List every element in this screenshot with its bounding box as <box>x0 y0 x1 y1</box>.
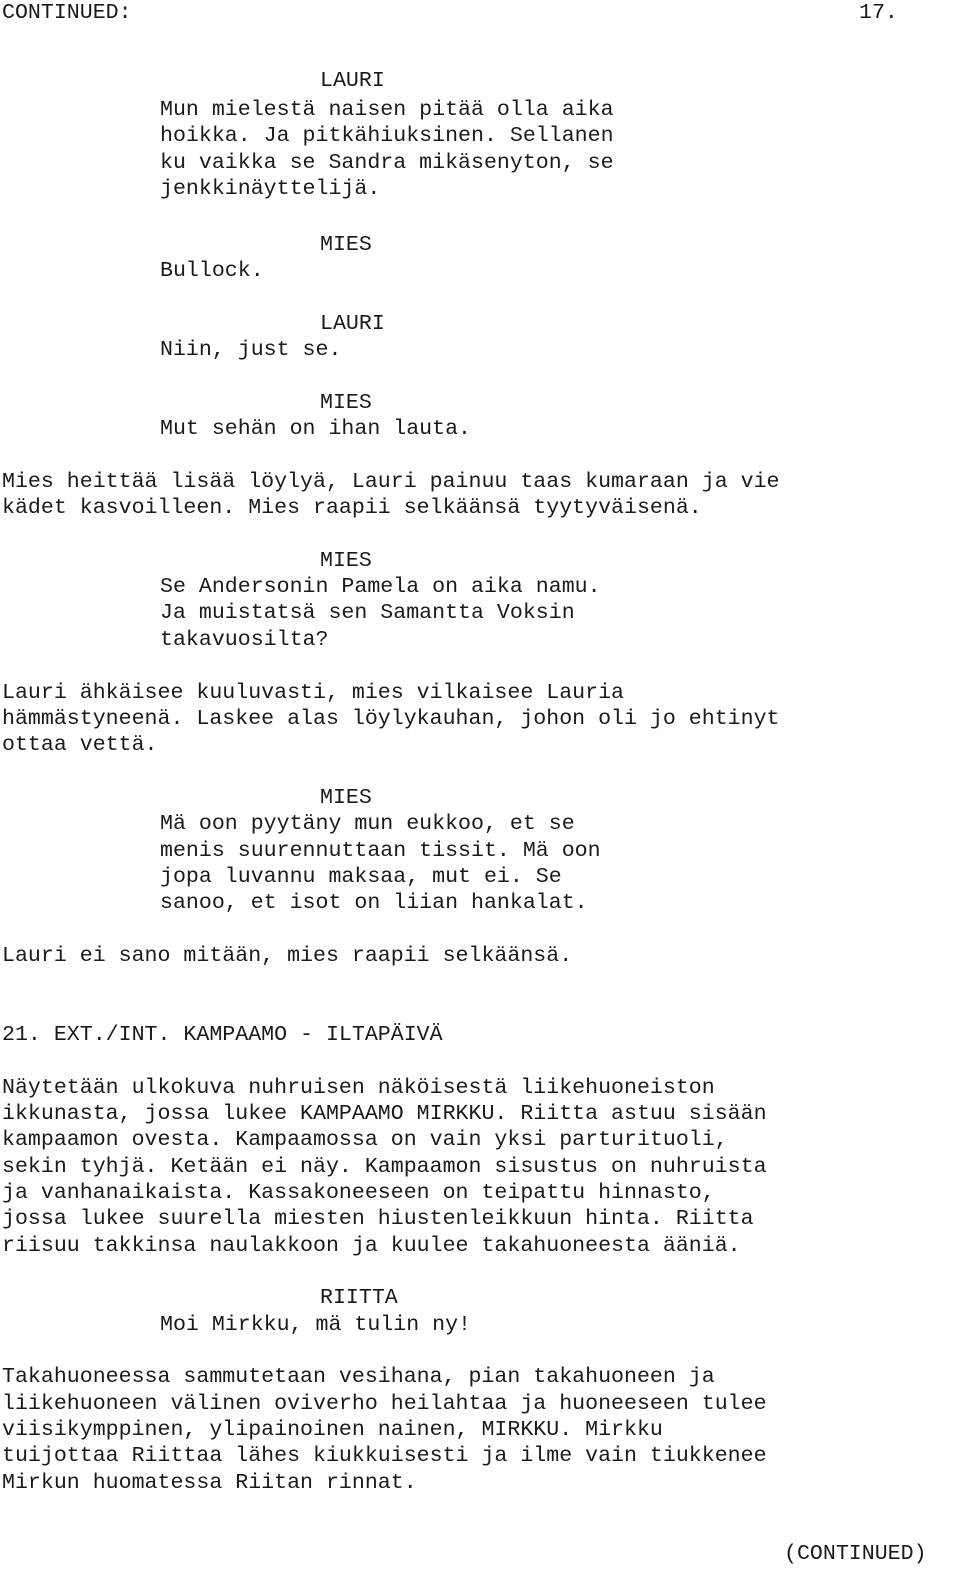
action-line: kädet kasvoilleen. Mies raapii selkäänsä… <box>2 496 702 520</box>
continued-footer: (CONTINUED) <box>784 1542 927 1566</box>
dialogue-line: takavuosilta? <box>160 628 329 652</box>
action-line: kampaamon ovesta. Kampaamossa on vain yk… <box>2 1128 728 1152</box>
character-name: MIES <box>320 391 372 415</box>
action-line: liikehuoneen välinen oviverho heilahtaa … <box>2 1392 767 1416</box>
dialogue-line: Mut sehän on ihan lauta. <box>160 417 472 441</box>
character-name: MIES <box>320 549 372 573</box>
action-line: Lauri ei sano mitään, mies raapii selkää… <box>2 944 573 968</box>
action-line: Mirkun huomatessa Riitan rinnat. <box>2 1471 417 1495</box>
action-line: jossa lukee suurella miesten hiustenleik… <box>2 1207 754 1231</box>
dialogue-line: hoikka. Ja pitkähiuksinen. Sellanen <box>160 124 614 148</box>
character-name: LAURI <box>320 69 385 93</box>
dialogue-line: sanoo, et isot on liian hankalat. <box>160 891 588 915</box>
action-line: sekin tyhjä. Ketään ei näy. Kampaamon si… <box>2 1155 767 1179</box>
action-line: hämmästyneenä. Laskee alas löylykauhan, … <box>2 707 780 731</box>
dialogue-line: menis suurennuttaan tissit. Mä oon <box>160 839 601 863</box>
dialogue-line: Ja muistatsä sen Samantta Voksin <box>160 601 575 625</box>
dialogue-line: Mun mielestä naisen pitää olla aika <box>160 98 614 122</box>
character-name: MIES <box>320 786 372 810</box>
character-name: RIITTA <box>320 1286 398 1310</box>
action-line: viisikymppinen, ylipainoinen nainen, MIR… <box>2 1418 663 1442</box>
dialogue-line: Se Andersonin Pamela on aika namu. <box>160 575 601 599</box>
action-line: ottaa vettä. <box>2 733 158 757</box>
character-name: MIES <box>320 233 372 257</box>
action-line: tuijottaa Riittaa lähes kiukkuisesti ja … <box>2 1444 767 1468</box>
action-line: Takahuoneessa sammutetaan vesihana, pian… <box>2 1365 715 1389</box>
action-line: Näytetään ulkokuva nuhruisen näköisestä … <box>2 1076 715 1100</box>
dialogue-line: ku vaikka se Sandra mikäsenyton, se <box>160 151 614 175</box>
dialogue-line: jopa luvannu maksaa, mut ei. Se <box>160 865 562 889</box>
scene-heading: 21. EXT./INT. KAMPAAMO - ILTAPÄIVÄ <box>2 1023 443 1047</box>
dialogue-line: Moi Mirkku, mä tulin ny! <box>160 1313 472 1337</box>
action-line: ikkunasta, jossa lukee KAMPAAMO MIRKKU. … <box>2 1102 767 1126</box>
dialogue-line: Mä oon pyytäny mun eukkoo, et se <box>160 812 575 836</box>
action-line: Lauri ähkäisee kuuluvasti, mies vilkaise… <box>2 681 625 705</box>
character-name: LAURI <box>320 312 385 336</box>
dialogue-line: jenkkinäyttelijä. <box>160 177 381 201</box>
dialogue-line: Niin, just se. <box>160 338 342 362</box>
action-line: riisuu takkinsa naulakkoon ja kuulee tak… <box>2 1234 741 1258</box>
continued-header: CONTINUED: <box>2 1 132 25</box>
page-number: 17. <box>859 1 898 25</box>
dialogue-line: Bullock. <box>160 259 264 283</box>
action-line: Mies heittää lisää löylyä, Lauri painuu … <box>2 470 780 494</box>
action-line: ja vanhanaikaista. Kassakoneeseen on tei… <box>2 1181 715 1205</box>
